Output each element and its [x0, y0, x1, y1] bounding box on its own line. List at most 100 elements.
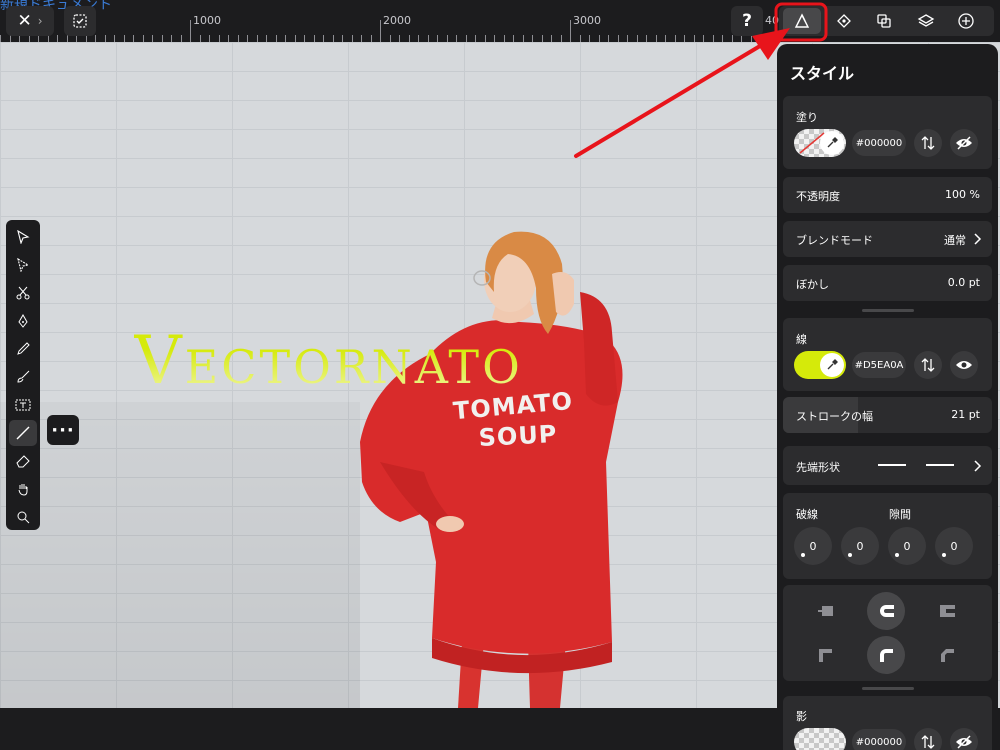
eye-hidden-icon	[956, 735, 972, 749]
round-cap-icon	[880, 605, 894, 617]
fill-hex-field[interactable]: #000000	[852, 130, 906, 156]
dash-section: 破線 隙間 0 0 0 0	[783, 493, 992, 579]
path-ops-icon	[877, 14, 891, 28]
fill-swap-button[interactable]	[914, 129, 942, 157]
scissors-icon	[16, 286, 30, 300]
gap-1-field[interactable]: 0	[841, 527, 879, 565]
dash-2-field[interactable]: 0	[888, 527, 926, 565]
ruler-tick	[447, 35, 448, 42]
tool-pencil[interactable]	[9, 336, 37, 362]
ruler-tick	[428, 35, 429, 42]
square-cap-icon	[940, 605, 955, 617]
ruler-tick	[494, 35, 495, 42]
tab-path-ops[interactable]	[865, 8, 903, 34]
ruler-tick	[380, 20, 381, 42]
ruler-tick	[627, 35, 628, 42]
close-button[interactable]: ✕ ›	[6, 6, 54, 36]
stroke-width-row[interactable]: ストロークの幅 21 pt	[783, 397, 992, 433]
ruler-tick	[732, 35, 733, 42]
stroke-label: 線	[796, 333, 807, 346]
stroke-hex-field[interactable]: #D5EA0A	[852, 352, 906, 378]
tool-options-button[interactable]: ···	[47, 415, 79, 445]
tool-selection[interactable]	[9, 224, 37, 250]
tab-style[interactable]	[783, 8, 821, 34]
section-divider	[862, 687, 914, 690]
ruler-tick	[523, 35, 524, 42]
ruler-tick	[542, 35, 543, 42]
checklist-icon	[73, 14, 87, 28]
shadow-hex-field[interactable]: #000000	[852, 729, 906, 750]
opacity-value[interactable]: 100 %	[945, 188, 980, 201]
stroke-width-label: ストロークの幅	[796, 410, 873, 423]
tool-pen[interactable]	[9, 308, 37, 334]
tool-line[interactable]	[9, 420, 37, 446]
fill-visibility-button[interactable]	[950, 129, 978, 157]
tool-brush[interactable]	[9, 364, 37, 390]
ruler-tick	[751, 35, 752, 42]
section-divider	[862, 309, 914, 312]
stroke-section: 線 #D5EA0A	[783, 318, 992, 391]
opacity-row[interactable]: 不透明度 100 %	[783, 177, 992, 213]
shadow-color-swatch[interactable]	[794, 728, 846, 750]
ruler-tick	[589, 35, 590, 42]
ruler-tick	[314, 35, 315, 42]
tab-layers[interactable]	[907, 8, 945, 34]
tool-eraser[interactable]	[9, 448, 37, 474]
style-icon	[794, 13, 810, 28]
tool-hand[interactable]	[9, 476, 37, 502]
tool-scissors[interactable]	[9, 280, 37, 306]
ruler-tick	[323, 35, 324, 42]
shadow-visibility-button[interactable]	[950, 728, 978, 750]
blend-mode-row[interactable]: ブレンドモード 通常	[783, 221, 992, 257]
ruler-tick	[143, 35, 144, 42]
ruler-tick	[57, 35, 58, 42]
cap-row[interactable]: 先端形状	[783, 446, 992, 485]
round-cap-button[interactable]	[867, 592, 905, 630]
ruler-tick	[437, 35, 438, 42]
square-cap-button[interactable]	[928, 592, 966, 630]
tool-direct-select[interactable]	[9, 252, 37, 278]
ruler-tick	[352, 35, 353, 42]
ruler-tick	[133, 35, 134, 42]
chevron-right-icon	[974, 460, 982, 472]
canvas-text-object[interactable]: Vectornato	[134, 322, 523, 399]
gap-2-field[interactable]: 0	[935, 527, 973, 565]
stroke-color-swatch[interactable]	[794, 351, 846, 379]
eye-hidden-icon	[956, 136, 972, 150]
tab-arrange[interactable]	[825, 8, 863, 34]
direct-select-icon	[17, 258, 30, 272]
blur-value[interactable]: 0.0 pt	[948, 276, 980, 289]
ruler[interactable]: 1000 2000 3000 400	[0, 0, 786, 42]
dash-1-field[interactable]: 0	[794, 527, 832, 565]
eyedropper-icon[interactable]	[820, 131, 844, 155]
ruler-label: 2000	[383, 14, 411, 27]
stroke-visibility-button[interactable]	[950, 351, 978, 379]
ruler-tick	[38, 35, 39, 42]
line-cap-preview-icon	[878, 464, 954, 466]
butt-cap-button[interactable]	[806, 592, 844, 630]
shadow-swap-button[interactable]	[914, 728, 942, 750]
miter-join-button[interactable]	[806, 636, 844, 674]
eye-icon	[956, 361, 972, 369]
round-join-button[interactable]	[867, 636, 905, 674]
blur-row[interactable]: ぼかし 0.0 pt	[783, 265, 992, 301]
ruler-tick	[694, 35, 695, 42]
tool-text[interactable]	[9, 392, 37, 418]
eyedropper-icon[interactable]	[820, 353, 844, 377]
ruler-tick	[456, 35, 457, 42]
checklist-button[interactable]	[64, 6, 96, 36]
stroke-width-value[interactable]: 21 pt	[951, 408, 980, 421]
ruler-tick	[0, 35, 1, 42]
tool-zoom[interactable]	[9, 504, 37, 530]
ruler-tick	[561, 35, 562, 42]
bevel-join-button[interactable]	[928, 636, 966, 674]
ruler-tick	[152, 35, 153, 42]
help-button[interactable]: ?	[731, 6, 763, 36]
blur-label: ぼかし	[796, 278, 829, 291]
tab-add[interactable]	[947, 8, 985, 34]
fill-color-swatch[interactable]	[794, 129, 846, 157]
ruler-tick	[219, 35, 220, 42]
opacity-label: 不透明度	[796, 190, 840, 203]
stroke-swap-button[interactable]	[914, 351, 942, 379]
top-bar: 1000 2000 3000 400 新規ドキュメント ✕ › ?	[0, 0, 1000, 42]
